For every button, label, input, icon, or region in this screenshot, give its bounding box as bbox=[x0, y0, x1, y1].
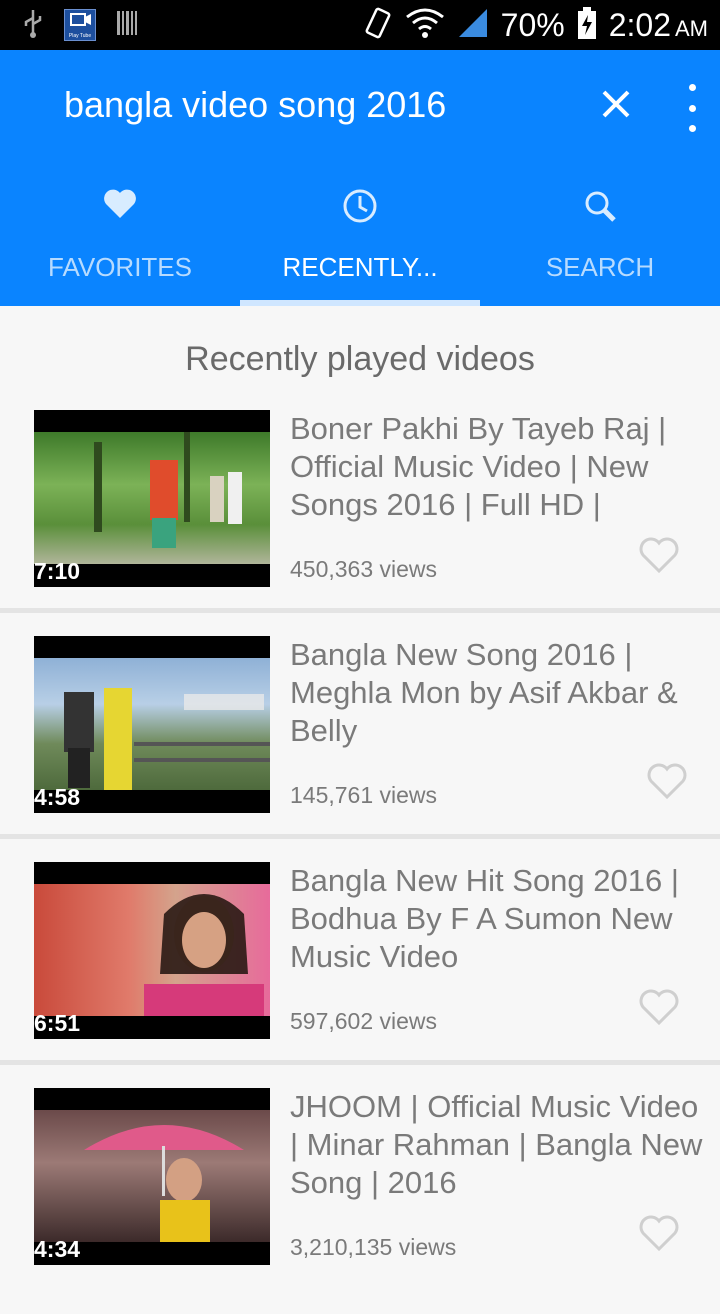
battery-charging-icon bbox=[577, 6, 597, 45]
video-views: 450,363 views bbox=[290, 556, 438, 582]
video-list-item[interactable]: 6:51 Bangla New Hit Song 2016 | Bodhua B… bbox=[0, 862, 720, 1088]
app-bar: bangla video song 2016 FAVORITES RECENTL… bbox=[0, 50, 720, 306]
video-list-item[interactable]: 4:58 Bangla New Song 2016 | Meghla Mon b… bbox=[0, 636, 720, 862]
heart-outline-icon bbox=[639, 1215, 679, 1252]
clock-ampm: AM bbox=[675, 15, 708, 41]
video-views: 597,602 views bbox=[290, 1008, 438, 1034]
tab-favorites[interactable]: FAVORITES bbox=[0, 178, 240, 306]
heart-outline-icon bbox=[647, 763, 687, 800]
video-title[interactable]: Bangla New Song 2016 | Meghla Mon by Asi… bbox=[290, 636, 706, 750]
favorite-button[interactable] bbox=[638, 988, 680, 1026]
video-views: 145,761 views bbox=[290, 782, 438, 808]
video-title[interactable]: Bangla New Hit Song 2016 | Bodhua By F A… bbox=[290, 862, 706, 976]
favorite-button[interactable] bbox=[638, 536, 680, 574]
wifi-icon bbox=[405, 7, 445, 44]
notification-app-label: Play Tube bbox=[68, 33, 92, 39]
search-icon bbox=[585, 191, 616, 222]
tab-recently[interactable]: RECENTLY... bbox=[240, 178, 480, 306]
video-list-item[interactable]: 7:10 Boner Pakhi By Tayeb Raj | Official… bbox=[0, 410, 720, 636]
search-query-input[interactable]: bangla video song 2016 bbox=[64, 84, 446, 126]
close-icon bbox=[602, 90, 630, 118]
clock: 2:02 AM bbox=[609, 7, 708, 44]
divider bbox=[0, 608, 720, 613]
favorite-button[interactable] bbox=[646, 762, 688, 800]
active-tab-indicator bbox=[240, 300, 480, 306]
overflow-menu-button[interactable] bbox=[678, 84, 706, 132]
video-duration: 7:10 bbox=[34, 558, 81, 584]
close-button[interactable] bbox=[592, 80, 640, 128]
barcode-icon bbox=[116, 9, 138, 42]
divider bbox=[0, 1060, 720, 1065]
status-bar: Play Tube 70% 2:02 AM bbox=[0, 0, 720, 50]
tab-label: FAVORITES bbox=[48, 252, 192, 282]
video-title[interactable]: JHOOM | Official Music Video | Minar Rah… bbox=[290, 1088, 706, 1202]
play-tube-notification-icon: Play Tube bbox=[64, 9, 96, 41]
video-thumbnail[interactable]: 4:58 bbox=[34, 636, 270, 813]
video-thumbnail[interactable]: 7:10 bbox=[34, 410, 270, 587]
divider bbox=[0, 834, 720, 839]
favorite-button[interactable] bbox=[638, 1214, 680, 1252]
video-duration: 4:58 bbox=[34, 784, 81, 810]
signal-icon bbox=[457, 7, 489, 44]
video-list: 7:10 Boner Pakhi By Tayeb Raj | Official… bbox=[0, 410, 720, 1314]
heart-icon bbox=[104, 189, 136, 218]
heart-outline-icon bbox=[639, 989, 679, 1026]
battery-percent: 70% bbox=[500, 6, 565, 43]
video-duration: 6:51 bbox=[34, 1010, 81, 1036]
clock-time: 2:02 bbox=[608, 6, 671, 43]
clock-icon bbox=[343, 189, 377, 223]
video-views: 3,210,135 views bbox=[290, 1234, 457, 1260]
section-title: Recently played videos bbox=[185, 340, 535, 378]
heart-outline-icon bbox=[639, 537, 679, 574]
tab-search[interactable]: SEARCH bbox=[480, 178, 720, 306]
video-thumbnail[interactable]: 4:34 bbox=[34, 1088, 270, 1265]
tab-bar: FAVORITES RECENTLY... SEARCH bbox=[0, 178, 720, 306]
usb-icon bbox=[22, 8, 44, 43]
video-title[interactable]: Boner Pakhi By Tayeb Raj | Official Musi… bbox=[290, 410, 706, 524]
tab-label: SEARCH bbox=[545, 252, 655, 282]
video-duration: 4:34 bbox=[34, 1236, 81, 1262]
vibrate-icon bbox=[363, 6, 393, 45]
video-thumbnail[interactable]: 6:51 bbox=[34, 862, 270, 1039]
video-list-item[interactable]: 4:34 JHOOM | Official Music Video | Mina… bbox=[0, 1088, 720, 1314]
tab-label: RECENTLY... bbox=[282, 252, 438, 282]
